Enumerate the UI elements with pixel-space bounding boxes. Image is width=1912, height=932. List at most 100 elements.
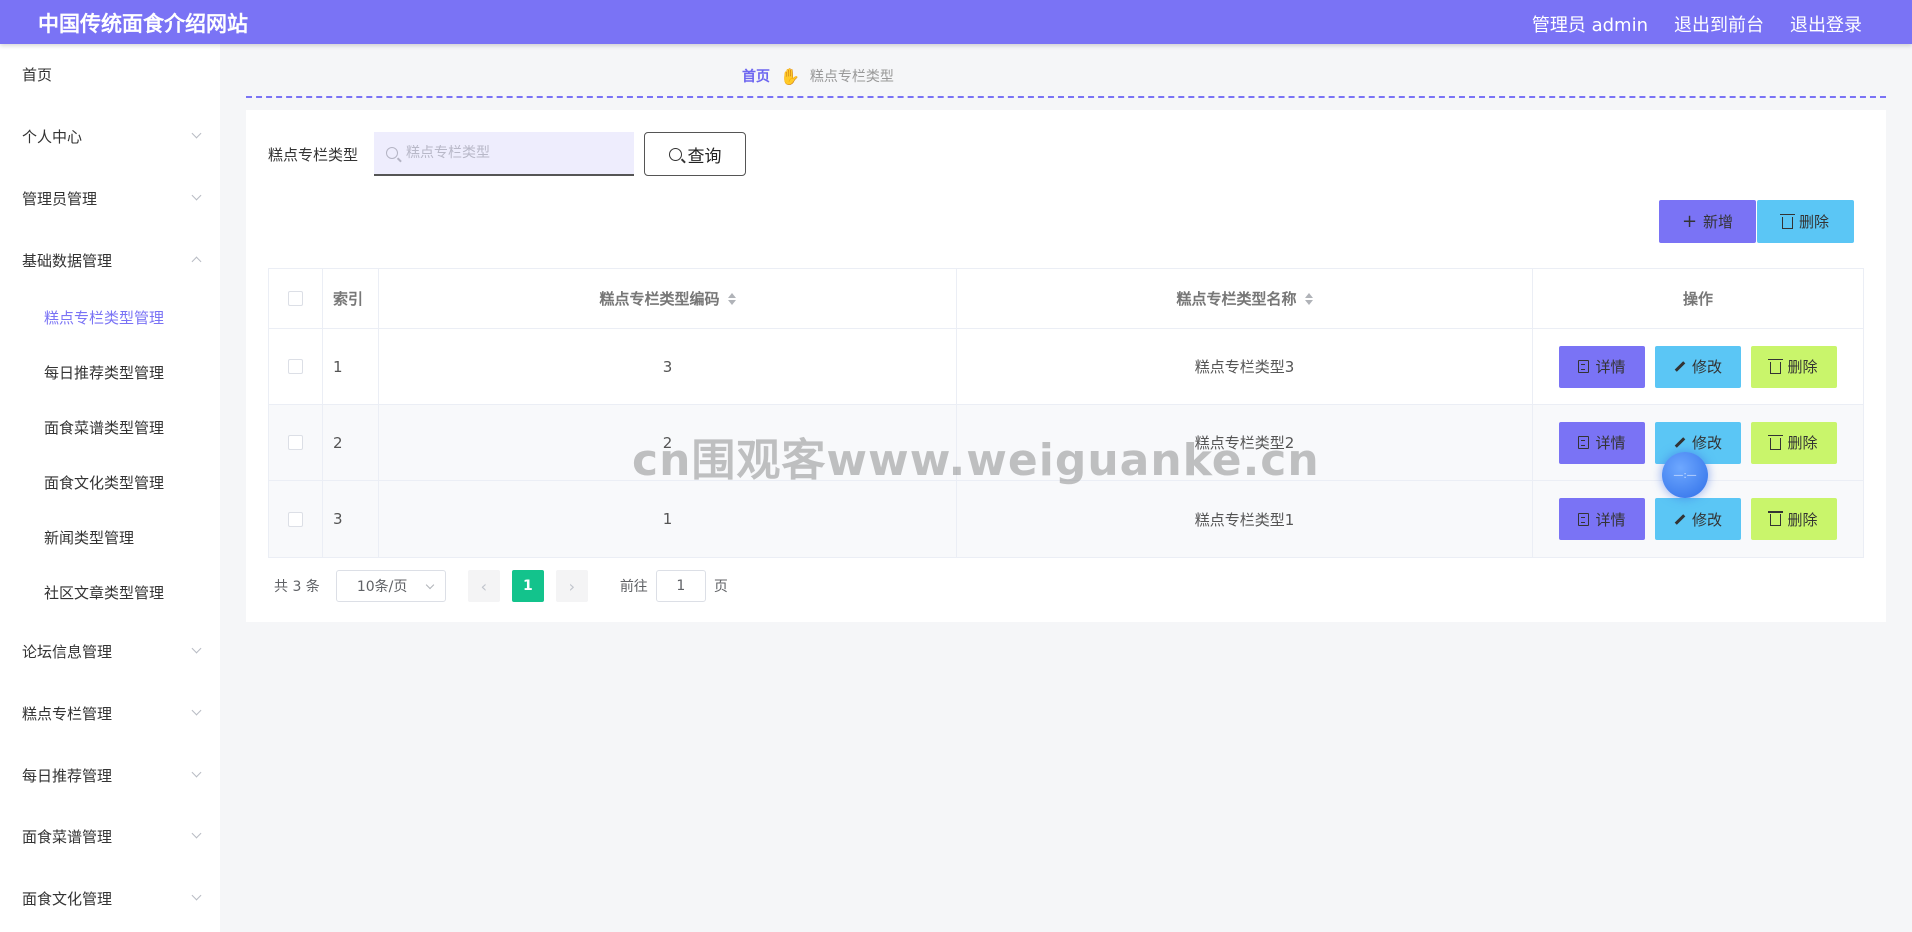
header-code[interactable]: 糕点专栏类型编码 <box>379 269 957 328</box>
select-all-checkbox[interactable] <box>288 291 303 306</box>
search-label: 糕点专栏类型 <box>268 146 359 164</box>
cell-name: 糕点专栏类型3 <box>957 329 1533 404</box>
header-code-label: 糕点专栏类型编码 <box>599 290 720 308</box>
chevron-down-icon <box>425 580 435 590</box>
sidebar-item-daily-recommend[interactable]: 每日推荐管理 <box>0 755 220 795</box>
sidebar-item-noodle-recipe[interactable]: 面食菜谱管理 <box>0 816 220 856</box>
delete-label: 删除 <box>1787 510 1818 529</box>
table-header-row: 索引 糕点专栏类型编码 糕点专栏类型名称 操作 <box>269 269 1863 329</box>
detail-label: 详情 <box>1595 434 1626 452</box>
pencil-icon <box>1674 437 1686 448</box>
header-name-label: 糕点专栏类型名称 <box>1176 290 1297 308</box>
prev-page-button[interactable]: ‹ <box>467 570 500 602</box>
trash-icon <box>1779 213 1795 229</box>
search-icon <box>668 147 682 161</box>
sidebar-item-pastry-column-type[interactable]: 糕点专栏类型管理 <box>0 297 220 337</box>
sidebar-item-noodle-culture-type[interactable]: 面食文化类型管理 <box>0 462 220 502</box>
sidebar-item-label: 面食菜谱类型管理 <box>44 418 165 437</box>
back-to-front-link[interactable]: 退出到前台 <box>1674 11 1764 37</box>
pencil-icon <box>1674 513 1686 525</box>
header-name[interactable]: 糕点专栏类型名称 <box>957 269 1533 328</box>
pagination-total: 共 3 条 <box>274 579 320 595</box>
page-suffix: 页 <box>713 579 728 595</box>
main-panel: 糕点专栏类型 查询 + 新增 删除 索引 糕点专栏类型编码 糕点专栏类型名称 <box>246 110 1886 622</box>
row-checkbox-cell <box>269 405 323 480</box>
sidebar-item-noodle-culture[interactable]: 面食文化管理 <box>0 878 220 918</box>
document-icon <box>1578 436 1590 449</box>
chevron-down-icon <box>191 828 202 839</box>
cell-ops: 详情 修改 删除 <box>1533 329 1863 404</box>
trash-icon <box>1768 511 1784 526</box>
sidebar-item-news-type[interactable]: 新闻类型管理 <box>0 517 220 557</box>
search-input[interactable] <box>406 145 606 161</box>
sidebar-item-label: 面食文化类型管理 <box>44 473 165 492</box>
cell-index: 3 <box>323 481 379 557</box>
logout-link[interactable]: 退出登录 <box>1790 11 1862 37</box>
query-button[interactable]: 查询 <box>644 132 746 176</box>
row-checkbox[interactable] <box>288 435 303 450</box>
delete-button[interactable]: 删除 <box>1751 421 1837 464</box>
detail-button[interactable]: 详情 <box>1559 421 1645 464</box>
chevron-down-icon <box>191 705 202 716</box>
cell-index: 1 <box>323 329 379 404</box>
sidebar-item-label: 糕点专栏类型管理 <box>44 308 165 327</box>
delete-button[interactable]: 删除 <box>1751 498 1837 540</box>
trash-icon <box>1768 358 1784 374</box>
cell-code: 3 <box>379 329 957 404</box>
goto-page-input[interactable] <box>655 570 706 602</box>
sidebar-item-community-article-type[interactable]: 社区文章类型管理 <box>0 572 220 612</box>
breadcrumb-home[interactable]: 首页 <box>742 66 770 86</box>
document-icon <box>1578 360 1590 373</box>
delete-button[interactable]: 删除 <box>1751 345 1837 388</box>
edit-label: 修改 <box>1691 434 1722 452</box>
edit-button[interactable]: 修改 <box>1655 345 1741 388</box>
chevron-down-icon <box>191 643 202 654</box>
search-icon <box>386 147 398 159</box>
add-button[interactable]: + 新增 <box>1659 200 1756 243</box>
sidebar-item-label: 糕点专栏管理 <box>22 704 113 723</box>
page-number-current[interactable]: 1 <box>511 570 544 602</box>
chevron-left-icon: ‹ <box>480 576 488 596</box>
search-field[interactable] <box>374 132 634 176</box>
sort-icon[interactable] <box>1304 292 1313 305</box>
row-checkbox-cell <box>269 329 323 404</box>
sidebar-item-basic-data[interactable]: 基础数据管理 <box>0 240 220 280</box>
row-checkbox[interactable] <box>288 359 303 374</box>
chevron-down-icon <box>191 128 202 139</box>
document-icon <box>1578 512 1590 526</box>
breadcrumb-current: 糕点专栏类型 <box>809 69 894 85</box>
sidebar-item-label: 首页 <box>22 65 53 84</box>
goto-label: 前往 <box>619 579 648 595</box>
sidebar-item-daily-recommend-type[interactable]: 每日推荐类型管理 <box>0 352 220 392</box>
table-row: 2 2 糕点专栏类型2 详情 修改 删除 <box>269 405 1863 481</box>
sidebar-item-label: 面食菜谱管理 <box>22 827 113 846</box>
table-row: 1 3 糕点专栏类型3 详情 修改 删除 <box>269 329 1863 405</box>
chevron-down-icon <box>191 890 202 901</box>
cell-code: 2 <box>379 405 957 480</box>
next-page-button[interactable]: › <box>555 570 588 602</box>
header-index: 索引 <box>323 269 379 328</box>
add-button-label: 新增 <box>1703 213 1734 231</box>
floating-assistant-icon[interactable]: —:— <box>1662 452 1708 498</box>
pagination: 共 3 条 10条/页 ‹ 1 › 前往 页 <box>268 570 728 602</box>
sidebar-item-personal-center[interactable]: 个人中心 <box>0 116 220 156</box>
detail-button[interactable]: 详情 <box>1559 345 1645 388</box>
sidebar-item-home[interactable]: 首页 <box>0 54 220 94</box>
top-header: 中国传统面食介绍网站 管理员 admin 退出到前台 退出登录 <box>0 0 1912 44</box>
sidebar-item-noodle-recipe-type[interactable]: 面食菜谱类型管理 <box>0 407 220 447</box>
detail-button[interactable]: 详情 <box>1559 498 1645 540</box>
sidebar-item-forum[interactable]: 论坛信息管理 <box>0 631 220 671</box>
cell-code: 1 <box>379 481 957 557</box>
sidebar-item-pastry-column[interactable]: 糕点专栏管理 <box>0 693 220 733</box>
page-size-select[interactable]: 10条/页 <box>335 570 446 602</box>
chevron-down-icon <box>191 767 202 778</box>
sort-icon[interactable] <box>727 292 736 305</box>
query-button-label: 查询 <box>687 146 722 167</box>
sidebar-item-admin-management[interactable]: 管理员管理 <box>0 178 220 218</box>
batch-delete-button[interactable]: 删除 <box>1757 200 1854 243</box>
hand-icon: ✋ <box>780 66 800 86</box>
chevron-up-icon <box>191 256 202 267</box>
edit-button[interactable]: 修改 <box>1655 498 1741 540</box>
row-checkbox[interactable] <box>288 511 303 527</box>
sidebar-item-label: 每日推荐类型管理 <box>44 363 165 382</box>
